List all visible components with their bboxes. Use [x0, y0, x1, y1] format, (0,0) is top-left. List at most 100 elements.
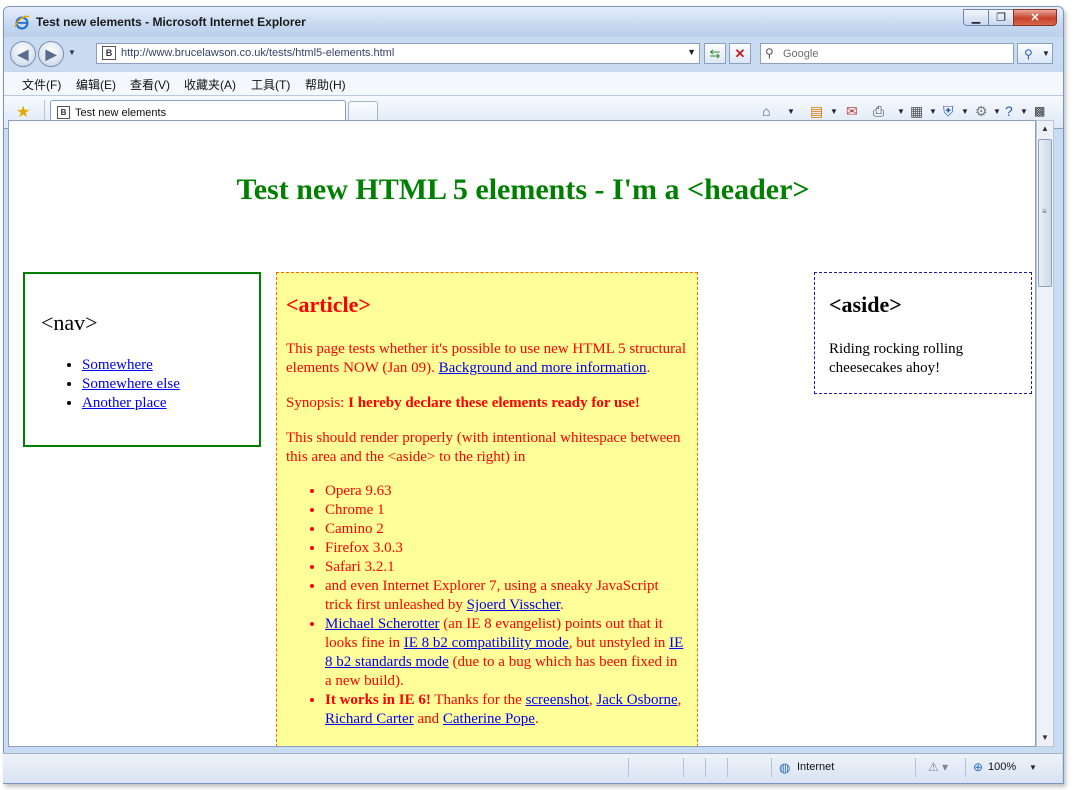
search-input[interactable]: Google — [783, 48, 818, 60]
scrollbar-thumb[interactable]: ≡ — [1038, 139, 1052, 287]
menu-file[interactable]: 文件(F) — [22, 76, 61, 93]
zoom-level[interactable]: 100% — [988, 761, 1016, 773]
nav-link-somewhere[interactable]: Somewhere — [82, 357, 153, 373]
status-divider — [705, 758, 706, 777]
status-divider — [915, 758, 916, 777]
close-button[interactable]: ✕ — [1013, 9, 1057, 26]
article-synopsis: Synopsis: I hereby declare these element… — [286, 394, 691, 413]
list-period: . — [560, 597, 564, 613]
nav-box: <nav> Somewhere Somewhere else Another p… — [23, 272, 261, 447]
ie8-compat-link[interactable]: IE 8 b2 compatibility mode — [404, 635, 569, 651]
recent-pages-dropdown[interactable]: ▼ — [68, 48, 76, 57]
jack-osborne-link[interactable]: Jack Osborne — [596, 692, 677, 708]
zoom-icon[interactable]: ⊕ — [973, 760, 983, 774]
ie-logo-icon — [14, 15, 30, 30]
tools-dropdown-icon[interactable]: ▼ — [993, 107, 1001, 116]
print-dropdown-icon[interactable]: ▼ — [897, 107, 905, 116]
menu-favorites[interactable]: 收藏夹(A) — [184, 76, 236, 93]
window-controls: ▁ ❐ ✕ — [963, 9, 1057, 27]
home-dropdown-icon[interactable]: ▼ — [787, 107, 795, 116]
list-item: Safari 3.2.1 — [325, 558, 685, 577]
security-zone[interactable]: Internet — [797, 761, 834, 773]
nav-link-another-place[interactable]: Another place — [82, 395, 167, 411]
status-bar: ◍ Internet ⚠ ▾ ⊕ 100% ▼ — [3, 753, 1062, 783]
research-icon[interactable]: ▩ — [1034, 104, 1045, 118]
ms-text-2: , but unstyled in — [568, 635, 670, 651]
vertical-scrollbar[interactable]: ▲ ≡ ▼ — [1036, 120, 1054, 747]
search-options-dropdown-icon[interactable]: ▼ — [1042, 49, 1050, 58]
tab-label: Test new elements — [75, 107, 167, 119]
minimize-icon: ▁ — [971, 12, 981, 24]
stop-button[interactable]: ✕ — [729, 43, 751, 64]
close-icon: ✕ — [1030, 12, 1040, 24]
address-url[interactable]: http://www.brucelawson.co.uk/tests/html5… — [121, 47, 394, 59]
page-viewport: Test new HTML 5 elements - I'm a <header… — [8, 120, 1036, 747]
ie6-and: and — [413, 711, 443, 727]
feeds-icon[interactable]: ▤ — [810, 103, 823, 120]
menu-bar: 文件(F) 编辑(E) 查看(V) 收藏夹(A) 工具(T) 帮助(H) — [4, 71, 1063, 96]
status-divider — [771, 758, 772, 777]
print-icon[interactable]: ⎙ — [873, 103, 884, 120]
help-icon[interactable]: ? — [1005, 103, 1013, 119]
protected-mode-icon[interactable]: ⚠ ▾ — [928, 760, 948, 774]
favorites-star-icon[interactable]: ★ — [16, 102, 30, 122]
globe-icon: ◍ — [779, 760, 791, 775]
synopsis-text: I hereby declare these elements ready fo… — [348, 395, 640, 411]
list-item: and even Internet Explorer 7, using a sn… — [325, 577, 685, 615]
title-bar: Test new elements - Microsoft Internet E… — [4, 7, 1063, 37]
address-dropdown-icon[interactable]: ▼ — [687, 47, 696, 57]
screenshot-link[interactable]: screenshot — [526, 692, 589, 708]
menu-view[interactable]: 查看(V) — [130, 76, 170, 93]
article-box: <article> This page tests whether it's p… — [276, 272, 698, 746]
maximize-button[interactable]: ❐ — [988, 9, 1014, 26]
safety-shield-icon[interactable]: ⛨ — [943, 103, 954, 120]
scroll-up-icon[interactable]: ▲ — [1037, 121, 1053, 137]
home-icon[interactable]: ⌂ — [762, 103, 770, 119]
tools-gear-icon[interactable]: ⚙ — [975, 103, 988, 120]
refresh-icon: ⇆ — [709, 46, 721, 61]
page-header: Test new HTML 5 elements - I'm a <header… — [236, 173, 810, 206]
menu-help[interactable]: 帮助(H) — [305, 76, 346, 93]
nav-heading: <nav> — [41, 310, 98, 335]
background-info-link[interactable]: Background and more information — [439, 360, 647, 376]
back-button[interactable]: ◀ — [10, 41, 36, 67]
grip-icon: ≡ — [1042, 207, 1047, 216]
search-box[interactable]: ⚲ Google — [760, 43, 1014, 64]
nav-list: Somewhere Somewhere else Another place — [66, 356, 180, 413]
article-render-note: This should render properly (with intent… — [286, 430, 681, 465]
menu-edit[interactable]: 编辑(E) — [76, 76, 116, 93]
window-title: Test new elements - Microsoft Internet E… — [36, 15, 306, 29]
catherine-pope-link[interactable]: Catherine Pope — [443, 711, 535, 727]
help-dropdown-icon[interactable]: ▼ — [1020, 107, 1028, 116]
michael-scherotter-link[interactable]: Michael Scherotter — [325, 616, 440, 632]
minimize-button[interactable]: ▁ — [963, 9, 989, 26]
richard-carter-link[interactable]: Richard Carter — [325, 711, 414, 727]
list-item: Somewhere — [82, 356, 180, 375]
address-bar[interactable]: B http://www.brucelawson.co.uk/tests/htm… — [96, 43, 700, 64]
sjoerd-visscher-link[interactable]: Sjoerd Visscher — [467, 597, 560, 613]
safety-dropdown-icon[interactable]: ▼ — [961, 107, 969, 116]
feeds-dropdown-icon[interactable]: ▼ — [830, 107, 838, 116]
scroll-down-icon[interactable]: ▼ — [1037, 730, 1053, 746]
page-dropdown-icon[interactable]: ▼ — [929, 107, 937, 116]
nav-link-somewhere-else[interactable]: Somewhere else — [82, 376, 180, 392]
tab-separator — [44, 100, 45, 122]
read-mail-icon[interactable]: ✉ — [846, 103, 858, 120]
zoom-dropdown-icon[interactable]: ▼ — [1029, 763, 1037, 772]
refresh-button[interactable]: ⇆ — [704, 43, 726, 64]
search-button[interactable]: ⚲ ▼ — [1017, 43, 1053, 64]
back-arrow-icon: ◀ — [17, 45, 29, 62]
site-favicon-icon: B — [102, 46, 116, 60]
list-item: Firefox 3.0.3 — [325, 539, 685, 558]
page-menu-icon[interactable]: ▦ — [910, 103, 923, 120]
list-period: . — [534, 711, 539, 727]
status-divider — [965, 758, 966, 777]
search-provider-icon: ⚲ — [765, 46, 774, 60]
aside-box: <aside> Riding rocking rolling cheesecak… — [814, 272, 1032, 394]
maximize-icon: ❐ — [996, 12, 1006, 24]
menu-tools[interactable]: 工具(T) — [251, 76, 290, 93]
forward-button[interactable]: ▶ — [38, 41, 64, 67]
tab-favicon-icon: B — [57, 106, 70, 119]
forward-arrow-icon: ▶ — [45, 45, 57, 62]
status-divider — [727, 758, 728, 777]
